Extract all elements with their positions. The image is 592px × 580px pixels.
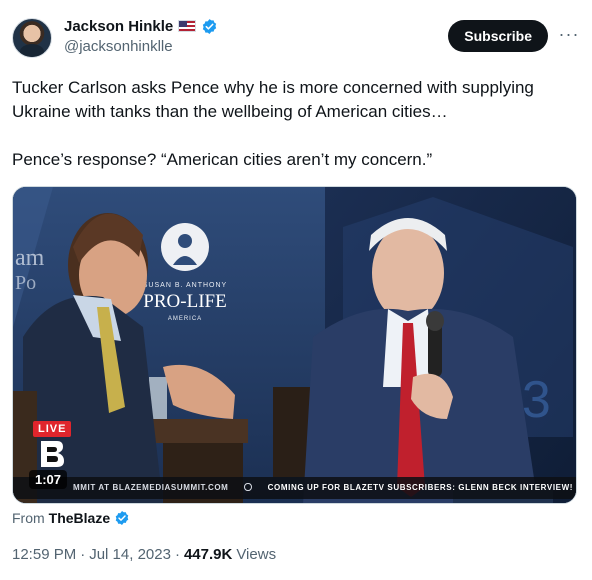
tweet-text: Tucker Carlson asks Pence why he is more… <box>12 76 572 172</box>
ticker-separator-icon <box>244 483 252 491</box>
avatar[interactable] <box>12 18 52 58</box>
ticker-left-text: MMIT AT BLAZEMEDIASUMMIT.COM <box>73 482 229 492</box>
blaze-logo-icon <box>41 441 64 467</box>
author-display-name[interactable]: Jackson Hinkle <box>64 18 173 35</box>
news-ticker: MMIT AT BLAZEMEDIASUMMIT.COM COMING UP F… <box>73 479 573 495</box>
tweet-header: Jackson Hinkle @jacksonhinklle Subscribe… <box>12 14 580 62</box>
media-source: From TheBlaze <box>12 510 130 526</box>
video-duration: 1:07 <box>29 470 68 489</box>
from-label: From <box>12 510 45 526</box>
svg-text:Po: Po <box>15 272 36 294</box>
meta-separator: · <box>174 546 180 563</box>
verified-badge-icon <box>115 511 129 525</box>
views-count: 447.9K <box>183 546 233 563</box>
meta-separator: · <box>80 546 86 563</box>
author-name-row: Jackson Hinkle <box>64 16 218 36</box>
backdrop-title: PRO-LIFE <box>143 291 226 312</box>
live-badge: LIVE <box>33 421 72 437</box>
subscribe-button[interactable]: Subscribe <box>448 20 548 52</box>
us-flag-icon <box>178 20 197 32</box>
svg-text:am: am <box>15 245 45 271</box>
backdrop-sub: AMERICA <box>168 316 202 322</box>
tweet-paragraph: Pence’s response? “American cities aren’… <box>12 150 433 169</box>
video-player[interactable]: 23 SUSAN B. ANTHONY PRO-LIFE AMERICA am … <box>12 186 577 504</box>
tweet-time[interactable]: 12:59 PM <box>12 546 76 563</box>
author-handle[interactable]: @jacksonhinklle <box>64 38 218 55</box>
more-icon[interactable]: ··· <box>558 23 580 45</box>
verified-badge-icon <box>203 18 217 34</box>
source-name[interactable]: TheBlaze <box>49 510 110 526</box>
tweet-date[interactable]: Jul 14, 2023 <box>89 546 171 563</box>
tweet-paragraph: Tucker Carlson asks Pence why he is more… <box>12 78 534 121</box>
video-frame: 23 SUSAN B. ANTHONY PRO-LIFE AMERICA am … <box>13 187 576 503</box>
author-block: Jackson Hinkle @jacksonhinklle <box>64 16 218 55</box>
views-label: Views <box>236 546 277 563</box>
tweet-meta: 12:59 PM · Jul 14, 2023 · 447.9K Views <box>12 546 276 563</box>
backdrop-org: SUSAN B. ANTHONY <box>143 282 227 289</box>
ticker-right-text: COMING UP FOR BLAZETV SUBSCRIBERS: GLENN… <box>267 482 573 492</box>
